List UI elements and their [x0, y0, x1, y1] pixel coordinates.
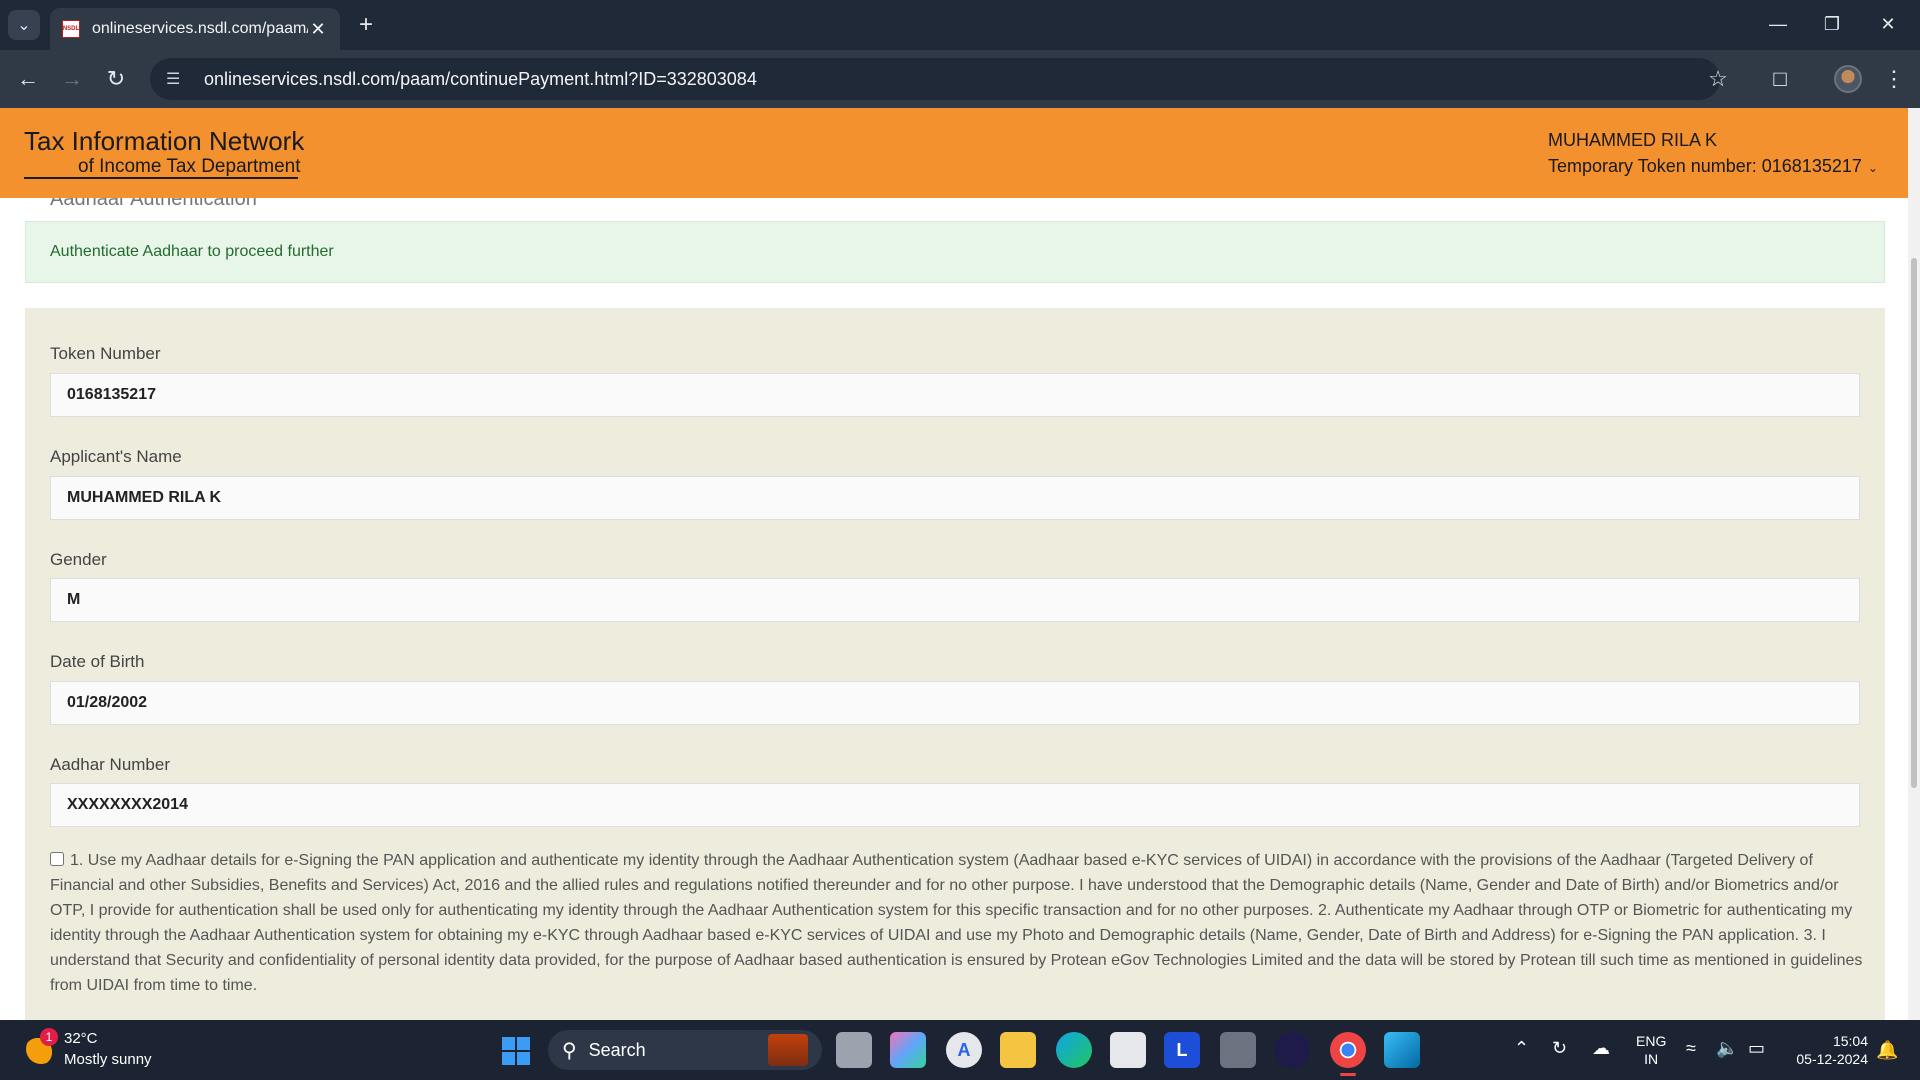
more-menu-icon[interactable]: ⋮: [1878, 63, 1910, 95]
system-clock[interactable]: 15:04 05-12-2024: [1788, 1032, 1868, 1068]
aadhar-number-label: Aadhar Number: [50, 755, 171, 774]
logo-underline: [24, 177, 298, 179]
close-window-button[interactable]: ✕: [1866, 8, 1910, 40]
scrollbar-thumb[interactable]: [1911, 258, 1917, 788]
edge-icon[interactable]: [1056, 1032, 1092, 1068]
chevron-down-icon: ⌄: [17, 17, 31, 34]
close-tab-icon[interactable]: ✕: [308, 19, 328, 40]
gender-field[interactable]: M: [50, 578, 1860, 622]
back-button[interactable]: ←: [12, 63, 44, 95]
microsoft-store-icon[interactable]: [1110, 1032, 1146, 1068]
region-code: IN: [1644, 1051, 1659, 1067]
app-a-icon[interactable]: A: [946, 1032, 982, 1068]
windows-taskbar: 1 32°C Mostly sunny ⚲ Search A L ⌃ ↻ ☁ E…: [0, 1020, 1920, 1080]
restore-button[interactable]: ❐: [1810, 8, 1854, 40]
browser-tab[interactable]: NSDL onlineservices.nsdl.com/paam/c ✕: [50, 8, 340, 50]
sync-icon[interactable]: ↻: [1552, 1038, 1567, 1059]
alert-message: Authenticate Aadhaar to proceed further: [50, 243, 334, 260]
applicant-name-field[interactable]: MUHAMMED RILA K: [50, 476, 1860, 520]
dob-label: Date of Birth: [50, 652, 145, 671]
chevron-down-icon: ⌄: [1867, 161, 1878, 175]
browser-tab-bar: ⌄ NSDL onlineservices.nsdl.com/paam/c ✕ …: [0, 0, 1920, 50]
new-tab-button[interactable]: +: [352, 11, 380, 39]
task-view-icon[interactable]: [836, 1032, 872, 1068]
info-alert: Authenticate Aadhaar to proceed further: [25, 221, 1885, 283]
reload-button[interactable]: ↻: [100, 63, 132, 95]
nsdl-favicon-icon: NSDL: [62, 20, 80, 38]
weather-condition[interactable]: Mostly sunny: [64, 1051, 152, 1068]
applicant-name-label: Applicant's Name: [50, 447, 182, 466]
weather-temperature[interactable]: 32°C: [64, 1030, 98, 1047]
logo-title[interactable]: Tax Information Network: [24, 126, 304, 157]
consent-text: 1. Use my Aadhaar details for e-Signing …: [50, 852, 1863, 994]
wifi-icon[interactable]: ≈: [1686, 1038, 1696, 1059]
token-number-field[interactable]: 0168135217: [50, 373, 1860, 417]
profile-avatar[interactable]: [1834, 65, 1862, 93]
bookmark-star-icon[interactable]: ☆: [1702, 63, 1734, 95]
language-indicator[interactable]: ENG IN: [1636, 1032, 1666, 1068]
user-name: MUHAMMED RILA K: [1548, 130, 1718, 150]
browser-toolbar: ← → ↻ ☰ onlineservices.nsdl.com/paam/con…: [0, 50, 1920, 108]
page-content: Tax Information Network of Income Tax De…: [0, 108, 1920, 1020]
token-dropdown[interactable]: Temporary Token number: 0168135217 ⌄: [1548, 156, 1878, 177]
chrome-icon[interactable]: [1330, 1032, 1366, 1076]
file-explorer-icon[interactable]: [1000, 1032, 1036, 1068]
dob-field[interactable]: 01/28/2002: [50, 681, 1860, 725]
weather-badge: 1: [40, 1028, 58, 1046]
app-l-icon[interactable]: L: [1164, 1032, 1200, 1068]
aadhaar-form-panel: Token Number 0168135217 Applicant's Name…: [25, 308, 1885, 1020]
eclipse-icon[interactable]: [1274, 1032, 1310, 1068]
gender-label: Gender: [50, 550, 107, 569]
tab-search-button[interactable]: ⌄: [8, 10, 40, 40]
calculator-icon[interactable]: [1220, 1032, 1256, 1068]
logo-subtitle: of Income Tax Department: [78, 156, 301, 177]
consent-checkbox[interactable]: [50, 852, 64, 866]
copilot-icon[interactable]: [890, 1032, 926, 1068]
notification-bell-icon[interactable]: 🔔: [1876, 1040, 1898, 1061]
minimize-button[interactable]: —: [1756, 8, 1800, 40]
battery-icon[interactable]: ▭: [1748, 1038, 1765, 1059]
search-highlight-image: [768, 1034, 808, 1066]
tab-title: onlineservices.nsdl.com/paam/c: [92, 20, 308, 37]
url-text: onlineservices.nsdl.com/paam/continuePay…: [204, 68, 757, 89]
language-code: ENG: [1636, 1033, 1667, 1049]
site-header: Tax Information Network of Income Tax De…: [0, 108, 1908, 198]
clock-date: 05-12-2024: [1796, 1051, 1868, 1067]
consent-block: 1. Use my Aadhaar details for e-Signing …: [50, 848, 1870, 998]
address-bar[interactable]: ☰ onlineservices.nsdl.com/paam/continueP…: [150, 58, 1720, 100]
site-info-icon[interactable]: ☰: [166, 69, 190, 89]
photos-icon[interactable]: [1384, 1032, 1420, 1068]
clock-time: 15:04: [1832, 1033, 1868, 1049]
volume-icon[interactable]: 🔈: [1716, 1038, 1738, 1059]
token-text: Temporary Token number: 0168135217: [1548, 156, 1862, 176]
chevron-up-icon[interactable]: ⌃: [1514, 1038, 1529, 1059]
taskbar-search[interactable]: ⚲ Search: [548, 1030, 822, 1070]
windows-start-icon[interactable]: [502, 1037, 530, 1065]
aadhar-number-field[interactable]: XXXXXXXX2014: [50, 783, 1860, 827]
search-label: Search: [588, 1039, 646, 1060]
extensions-icon[interactable]: □: [1764, 63, 1796, 95]
onedrive-cloud-icon[interactable]: ☁: [1592, 1038, 1610, 1059]
forward-button[interactable]: →: [56, 63, 88, 95]
search-icon: ⚲: [562, 1039, 577, 1062]
page-scrollbar[interactable]: [1908, 108, 1920, 1020]
token-number-label: Token Number: [50, 344, 161, 363]
